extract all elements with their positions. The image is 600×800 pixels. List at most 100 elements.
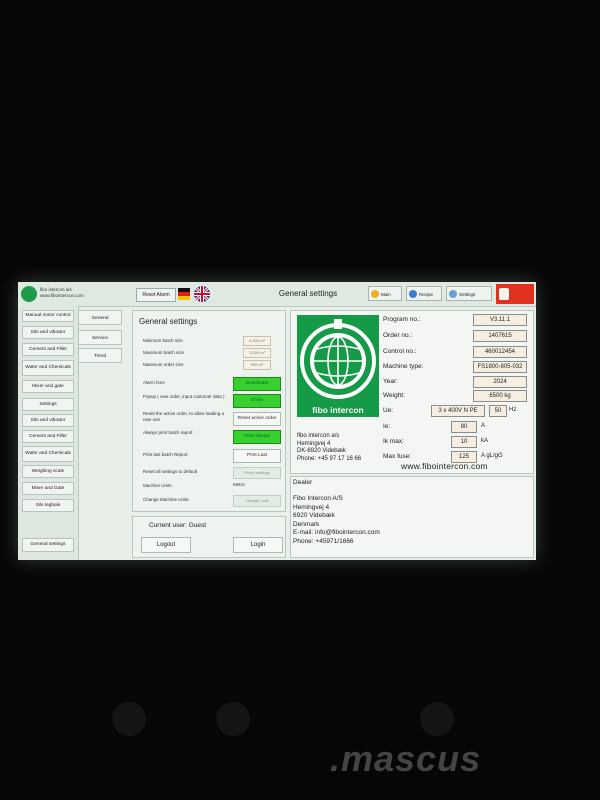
alarm-horn-button[interactable]: Deactivate (233, 377, 281, 391)
order-value: 1407615 (473, 330, 527, 342)
sidebar-item-silo-legbale[interactable]: Silo legbale (22, 499, 74, 512)
max-batch-field[interactable]: 1,000 m³ (243, 348, 271, 358)
popup-button[interactable]: Show (233, 394, 281, 408)
weight-value: 6500 kg (473, 390, 527, 402)
min-batch-field[interactable]: 0,300 m³ (243, 336, 271, 346)
ik-label: Ik max: (383, 438, 404, 445)
company-logo-icon (21, 286, 37, 302)
change-units-button[interactable]: Change units (233, 495, 281, 507)
dealer-line-5: E-mail: info@fibointercon.com (293, 529, 380, 536)
sidebar-item-settings-cement[interactable]: Cement and Filler (22, 430, 74, 443)
hz-value: 50 (489, 405, 507, 417)
control-value: 460012454 (473, 346, 527, 358)
ik-value: 10 (451, 436, 477, 448)
program-value: V3.11.1 (473, 314, 527, 326)
panel-knob-mid (216, 702, 250, 736)
tab-general[interactable]: General (78, 310, 122, 325)
page-title: General settings (278, 289, 338, 298)
print-last-button[interactable]: Print Last (233, 449, 281, 463)
reset-settings-button[interactable]: Reset settings (233, 467, 281, 479)
watermark: .mascus (330, 738, 482, 779)
sidebar-item-settings-mixer[interactable]: Mixer and Gate (22, 482, 74, 495)
sidebar-item-water-chemicals[interactable]: Water and Chemicals (22, 360, 74, 376)
sidebar-item-silo-vibrator[interactable]: Silo and vibrator (22, 326, 74, 339)
alarm-indicator[interactable] (496, 284, 534, 304)
reset-order-label: Reset the active order, to allow loading… (143, 411, 225, 422)
fuse-unit: A gL/gG (481, 453, 503, 459)
general-settings-heading: General settings (139, 317, 198, 326)
dealer-line-2: Hemingvej 4 (293, 503, 330, 511)
fuse-label: Max fuse: (383, 453, 412, 460)
hmi-screen: fibo intercon a/s www.fibointercon.com R… (18, 282, 536, 560)
alarm-horn-label: Alarm horn (143, 380, 166, 385)
popup-label: Popup ( new order, input customer data ) (143, 394, 225, 399)
settings-button[interactable]: Settings (446, 286, 492, 301)
sidebar-item-general-settings[interactable]: General settings (22, 538, 74, 552)
dealer-heading: Dealer (293, 479, 313, 486)
control-label: Control no.: (383, 348, 417, 355)
globe-logo-icon (297, 315, 379, 403)
current-user: Current user: Guest (149, 522, 207, 529)
dealer-panel: Dealer Fibo Intercon A/S Hemingvej 4 692… (290, 476, 534, 558)
address-line-3: DK-6920 Videbæk (297, 448, 346, 454)
always-print-label: Always print batch report (143, 430, 193, 435)
tab-trend[interactable]: Trend (78, 348, 122, 363)
top-bar: fibo intercon a/s www.fibointercon.com R… (18, 282, 536, 307)
dealer-details: Fibo Intercon A/S Hemingvej 4 6920 Videb… (293, 495, 380, 546)
hz-unit: Hz (509, 407, 517, 413)
sidebar-item-cement-filler[interactable]: Cement and Filler (22, 343, 74, 356)
address-line-1: fibo intercon a/s (297, 433, 340, 439)
panel-knob-right (420, 702, 454, 736)
program-label: Program no.: (383, 316, 421, 323)
gear-icon (449, 290, 457, 298)
brand-name: fibo intercon (297, 403, 379, 417)
company-mini: fibo intercon a/s www.fibointercon.com (40, 287, 120, 299)
sidebar-item-manual-motor[interactable]: Manual motor control (22, 310, 74, 322)
sidebar-item-settings-silo[interactable]: Silo and vibrator (22, 414, 74, 427)
uk-flag-icon[interactable] (194, 286, 210, 302)
recipe-icon (409, 290, 417, 298)
max-order-field[interactable]: 999 m³ (243, 360, 271, 370)
sidebar-item-mixer-gate[interactable]: Mixer and gate (22, 380, 74, 393)
dealer-line-6: Phone: +45971/1666 (293, 537, 354, 545)
address-line-4: Phone: +45 97 17 16 66 (297, 455, 362, 462)
recipe-button[interactable]: Recipe (406, 286, 442, 301)
general-settings-panel: General settings Minimum batch size 0,30… (132, 310, 286, 512)
sidebar: Manual motor control Silo and vibrator C… (18, 306, 79, 560)
panel-knob-left (112, 702, 146, 736)
machine-info-panel: fibo intercon fibo intercon a/s Hemingve… (290, 310, 534, 474)
machine-units-label: Machine Units (143, 483, 172, 488)
sidebar-item-weighing-scale[interactable]: Weighing scale (22, 465, 74, 478)
company-address: fibo intercon a/s Hemingvej 4 DK-6920 Vi… (297, 433, 361, 463)
reset-alarm-button[interactable]: Reset Alarm (136, 288, 176, 302)
ue-value: 3 x 400V N PE (431, 405, 485, 417)
sidebar-item-settings-water[interactable]: Water and Chemicals (22, 446, 74, 462)
sidebar-item-settings[interactable]: Settings (22, 398, 74, 411)
min-batch-label: Minimum batch size (143, 338, 183, 343)
home-icon (371, 290, 379, 298)
german-flag-icon[interactable] (178, 288, 190, 300)
always-print-button[interactable]: Print always (233, 430, 281, 444)
user-panel: Current user: Guest Logout Login (132, 516, 286, 558)
logout-button[interactable]: Logout (141, 537, 191, 553)
company-web: www.fibointercon.com (40, 293, 84, 298)
print-last-label: Print last batch Report (143, 452, 188, 457)
machine-type-label: Machine type: (383, 363, 424, 370)
address-line-2: Hemingvej 4 (297, 440, 331, 447)
dealer-line-1: Fibo Intercon A/S (293, 495, 343, 502)
reset-default-label: Reset all settings to default (143, 469, 198, 474)
year-value: 2024 (473, 376, 527, 388)
reset-order-button[interactable]: Reset active order (233, 412, 281, 426)
year-label: Year: (383, 378, 398, 385)
change-units-label: Change Machine Units (143, 497, 189, 502)
login-button[interactable]: Login (233, 537, 283, 553)
tab-service[interactable]: Service (78, 330, 122, 345)
ik-unit: kA (481, 438, 489, 444)
order-label: Order no.: (383, 332, 413, 339)
max-batch-label: Maximum batch size (143, 350, 185, 355)
website-link: www.fibointercon.com (401, 461, 488, 471)
max-order-label: Maximum order size (143, 362, 184, 367)
recipe-label: Recipe (419, 292, 434, 297)
main-button[interactable]: Main (368, 286, 402, 301)
ie-label: Ie: (383, 423, 391, 430)
